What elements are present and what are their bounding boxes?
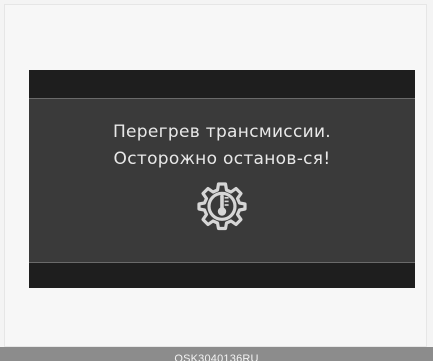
transmission-temperature-gear-icon [197, 182, 247, 231]
figure-code: OSK3040136RU [174, 353, 259, 361]
warning-message-line-1: Перегрев трансмиссии. [112, 122, 332, 142]
caption-bar: OSK3040136RU [0, 347, 433, 361]
display-top-bar [29, 70, 415, 98]
page: Перегрев трансмиссии. Осторожно останов-… [0, 0, 433, 361]
warning-panel: Перегрев трансмиссии. Осторожно останов-… [29, 99, 415, 262]
display-bottom-bar [29, 263, 415, 288]
warning-message: Перегрев трансмиссии. Осторожно останов-… [29, 119, 415, 173]
cluster-display: Перегрев трансмиссии. Осторожно останов-… [29, 70, 415, 288]
warning-message-line-2: Осторожно останов-ся! [113, 149, 331, 169]
